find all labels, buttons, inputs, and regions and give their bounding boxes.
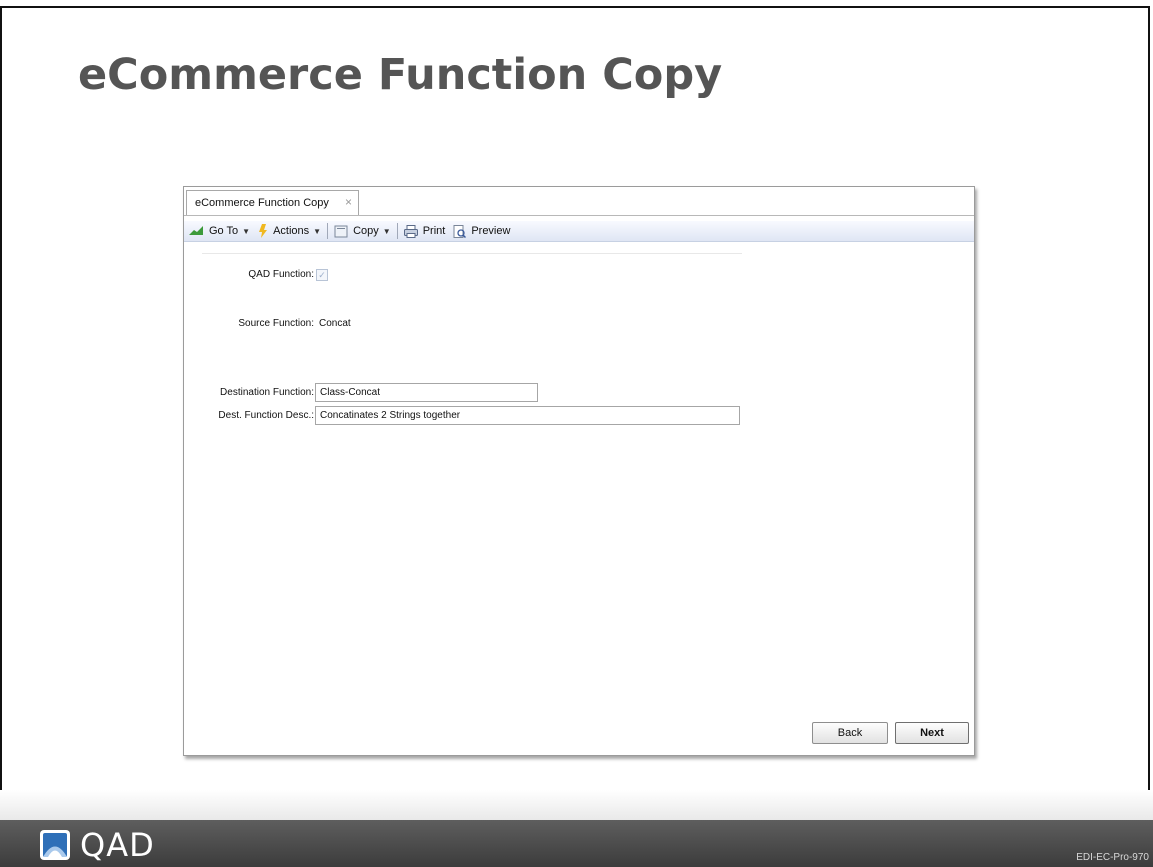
destination-function-label: Destination Function: — [220, 387, 314, 398]
toolbar-divider — [327, 223, 329, 239]
copy-menu-button[interactable]: Copy ▼ — [330, 221, 395, 241]
app-window: eCommerce Function Copy × Go To ▼ Action… — [183, 186, 975, 756]
close-icon[interactable]: × — [345, 195, 352, 209]
source-function-value: Concat — [319, 318, 351, 329]
dest-function-desc-label: Dest. Function Desc.: — [218, 410, 314, 421]
actions-label: Actions — [273, 225, 310, 237]
logo-text: QAD — [80, 826, 155, 864]
back-button[interactable]: Back — [812, 722, 888, 744]
copy-icon — [334, 225, 348, 237]
footer-fade — [0, 790, 1153, 820]
goto-icon — [189, 226, 203, 235]
print-icon — [403, 224, 418, 238]
source-function-label: Source Function: — [238, 318, 314, 329]
footer-bar: QAD EDI-EC-Pro-970 — [0, 820, 1153, 867]
tab-ecommerce-function-copy[interactable]: eCommerce Function Copy × — [186, 190, 359, 215]
logo-mark-icon — [40, 830, 70, 860]
destination-function-input[interactable] — [315, 383, 538, 402]
tab-strip: eCommerce Function Copy × — [184, 187, 974, 216]
actions-icon — [259, 224, 268, 238]
form-divider — [202, 253, 742, 254]
chevron-down-icon: ▼ — [242, 226, 251, 236]
print-button[interactable]: Print — [400, 221, 450, 241]
qad-function-label: QAD Function: — [248, 269, 314, 280]
chevron-down-icon: ▼ — [313, 226, 322, 236]
actions-menu-button[interactable]: Actions ▼ — [254, 221, 325, 241]
copy-label: Copy — [353, 225, 379, 237]
preview-button[interactable]: Preview — [449, 221, 514, 241]
slide-title: eCommerce Function Copy — [78, 50, 723, 100]
goto-label: Go To — [209, 225, 239, 237]
toolbar: Go To ▼ Actions ▼ Copy ▼ Print Preview — [184, 221, 974, 242]
goto-menu-button[interactable]: Go To ▼ — [184, 221, 254, 241]
next-button[interactable]: Next — [895, 722, 969, 744]
toolbar-divider — [396, 223, 398, 239]
qad-logo: QAD — [40, 829, 155, 861]
tab-label: eCommerce Function Copy — [195, 197, 329, 209]
qad-function-checkbox[interactable]: ✓ — [316, 269, 328, 281]
preview-label: Preview — [471, 225, 511, 237]
checkmark-icon: ✓ — [318, 270, 326, 280]
dest-function-desc-input[interactable] — [315, 406, 740, 425]
chevron-down-icon: ▼ — [382, 226, 391, 236]
slide-code: EDI-EC-Pro-970 — [1076, 852, 1149, 863]
preview-icon — [453, 224, 467, 238]
print-label: Print — [422, 225, 446, 237]
